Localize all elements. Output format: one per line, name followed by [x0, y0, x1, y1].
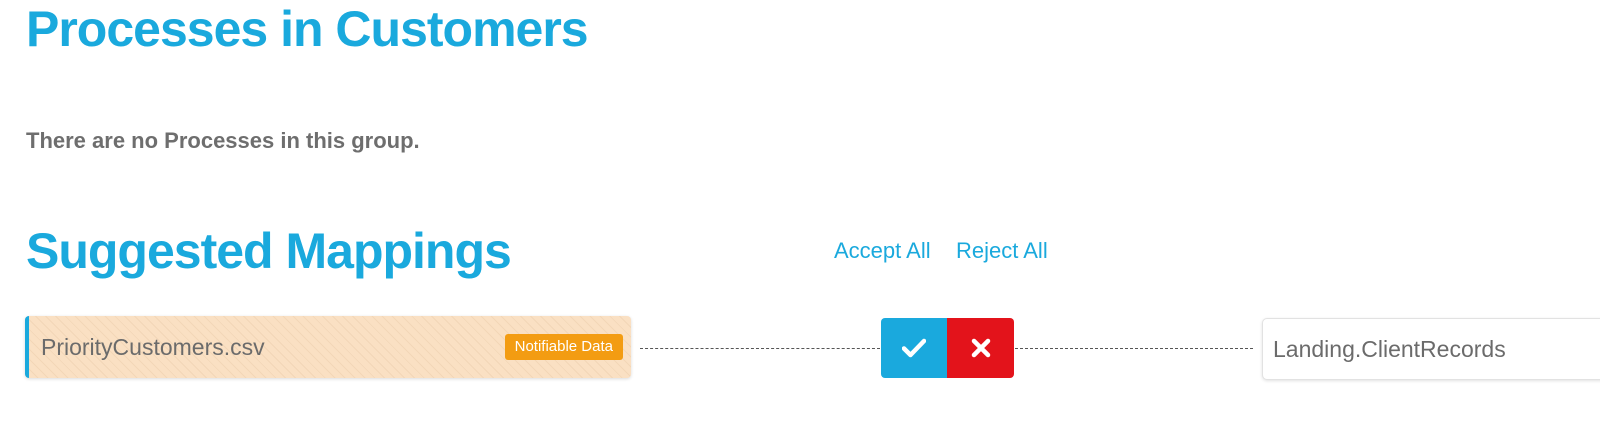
reject-all-link[interactable]: Reject All [956, 236, 1048, 266]
accept-all-link[interactable]: Accept All [834, 236, 931, 266]
mapping-row: PriorityCustomers.csv Notifiable Data La… [0, 316, 1600, 380]
suggested-mappings-heading: Suggested Mappings [26, 223, 512, 279]
reject-mapping-button[interactable] [947, 318, 1014, 378]
target-card[interactable]: Landing.ClientRecords [1262, 318, 1600, 380]
accept-mapping-button[interactable] [881, 318, 947, 378]
close-icon [971, 338, 990, 358]
empty-processes-message: There are no Processes in this group. [26, 128, 420, 153]
page: Processes in Customers There are no Proc… [0, 0, 1600, 422]
check-icon [902, 338, 926, 358]
processes-heading: Processes in Customers [26, 1, 589, 57]
connector-line-left [640, 348, 880, 349]
connector-line-right [1015, 348, 1253, 349]
source-name: PriorityCustomers.csv [41, 334, 265, 360]
target-name: Landing.ClientRecords [1273, 336, 1506, 362]
source-card[interactable]: PriorityCustomers.csv Notifiable Data [25, 316, 631, 378]
notifiable-data-badge: Notifiable Data [504, 334, 623, 360]
